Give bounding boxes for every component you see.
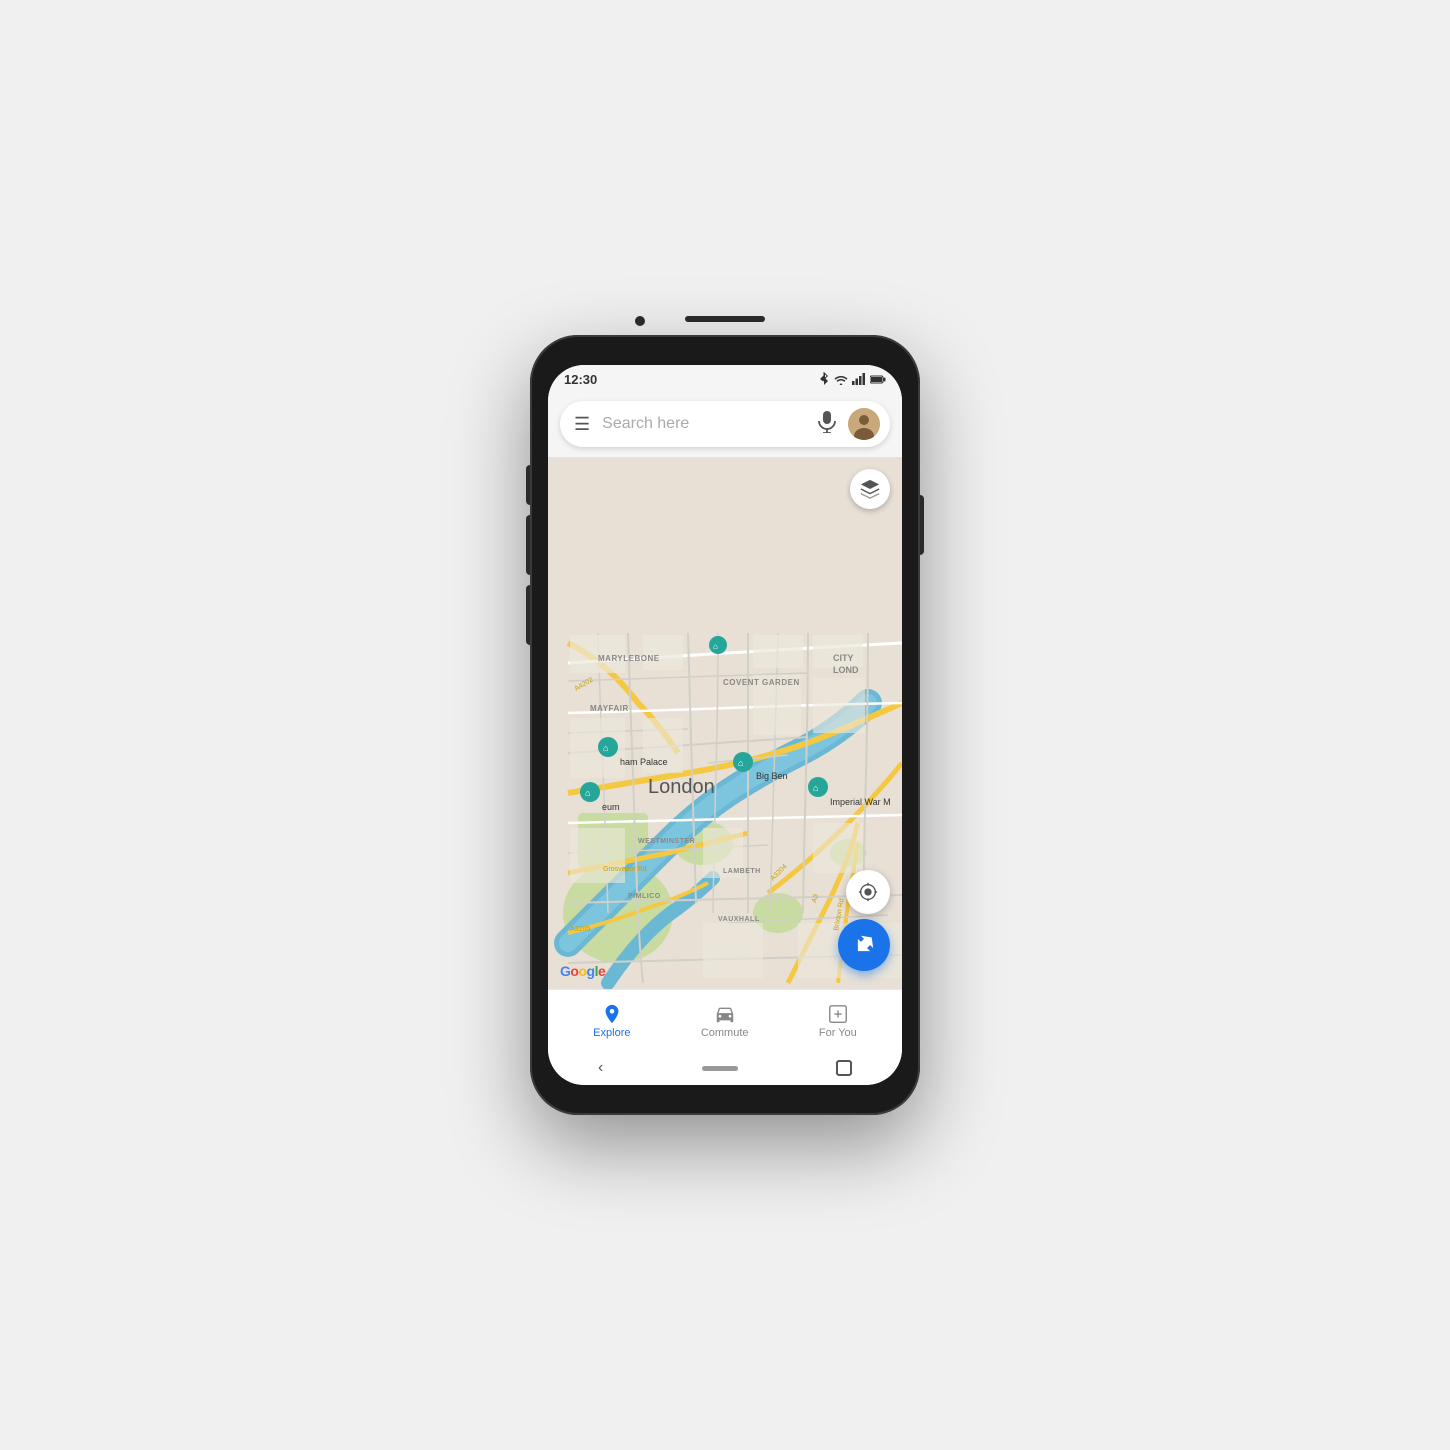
phone-screen: 12:30 <box>548 365 902 1085</box>
status-time: 12:30 <box>564 372 597 387</box>
commute-label: Commute <box>701 1027 749 1039</box>
signal-icon <box>852 373 866 385</box>
menu-icon[interactable]: ☰ <box>570 410 594 439</box>
svg-text:⌂: ⌂ <box>713 642 718 651</box>
volume-up-button[interactable] <box>526 465 530 505</box>
map-svg: MARYLEBONE MAYFAIR COVENT GARDEN CITY LO… <box>548 457 902 989</box>
google-logo: Google <box>560 963 605 979</box>
back-button[interactable]: ‹ <box>598 1059 603 1077</box>
svg-text:COVENT GARDEN: COVENT GARDEN <box>723 678 800 687</box>
explore-label: Explore <box>593 1027 630 1039</box>
user-avatar[interactable] <box>848 408 880 440</box>
svg-text:Big Ben: Big Ben <box>756 771 788 781</box>
search-bar[interactable]: ☰ Search here <box>560 401 890 447</box>
bottom-nav: Explore Commute For You <box>548 989 902 1051</box>
commute-icon <box>714 1003 736 1025</box>
home-button[interactable] <box>702 1066 738 1071</box>
status-icons <box>818 372 886 386</box>
foryou-label: For You <box>819 1027 857 1039</box>
directions-icon <box>851 932 877 958</box>
android-nav-bar: ‹ <box>548 1051 902 1085</box>
svg-text:ham Palace: ham Palace <box>620 757 668 767</box>
map-area[interactable]: MARYLEBONE MAYFAIR COVENT GARDEN CITY LO… <box>548 457 902 989</box>
volume-down-button[interactable] <box>526 515 530 575</box>
svg-text:A3205: A3205 <box>570 926 590 933</box>
search-input[interactable]: Search here <box>602 415 806 433</box>
power-button[interactable] <box>526 585 530 645</box>
svg-text:CITY: CITY <box>833 653 854 663</box>
svg-text:eum: eum <box>602 802 620 812</box>
svg-text:Imperial War M: Imperial War M <box>830 797 891 807</box>
svg-text:LOND: LOND <box>833 665 859 675</box>
explore-icon <box>601 1003 623 1025</box>
nav-explore[interactable]: Explore <box>577 999 646 1043</box>
bluetooth-icon <box>818 372 830 386</box>
svg-text:London: London <box>648 776 715 798</box>
layers-button[interactable] <box>850 469 890 509</box>
battery-icon <box>870 374 886 385</box>
svg-text:MAYFAIR: MAYFAIR <box>590 704 629 713</box>
nav-commute[interactable]: Commute <box>685 999 765 1043</box>
front-camera <box>635 316 645 326</box>
directions-button[interactable] <box>838 919 890 971</box>
svg-text:⌂: ⌂ <box>585 788 590 798</box>
svg-text:PIMLICO: PIMLICO <box>628 893 661 900</box>
svg-text:⌂: ⌂ <box>813 783 818 793</box>
phone-device: 12:30 <box>530 335 920 1115</box>
svg-text:WESTMINSTER: WESTMINSTER <box>638 838 695 845</box>
svg-text:VAUXHALL: VAUXHALL <box>718 916 760 923</box>
nav-foryou[interactable]: For You <box>803 999 873 1043</box>
svg-text:⌂: ⌂ <box>738 758 743 768</box>
layers-icon <box>859 478 881 500</box>
my-location-button[interactable] <box>846 870 890 914</box>
recents-button[interactable] <box>836 1060 852 1076</box>
status-bar: 12:30 <box>548 365 902 393</box>
search-bar-container: ☰ Search here <box>548 393 902 457</box>
svg-text:⌂: ⌂ <box>603 743 608 753</box>
speaker <box>685 316 765 322</box>
mic-icon[interactable] <box>814 407 840 442</box>
wifi-icon <box>834 374 848 385</box>
foryou-icon <box>827 1003 849 1025</box>
svg-text:LAMBETH: LAMBETH <box>723 868 761 875</box>
svg-text:MARYLEBONE: MARYLEBONE <box>598 654 660 663</box>
svg-text:Grosvenor Rd: Grosvenor Rd <box>603 866 647 873</box>
my-location-icon <box>857 881 879 903</box>
